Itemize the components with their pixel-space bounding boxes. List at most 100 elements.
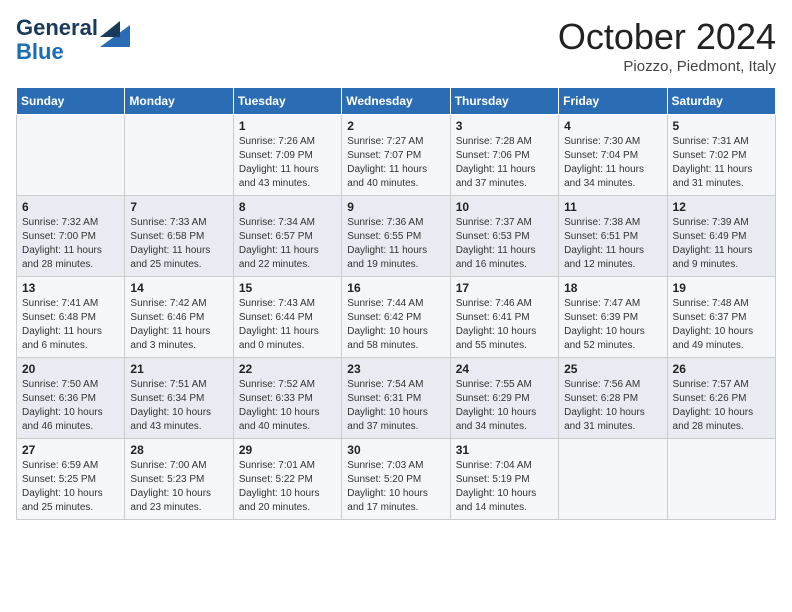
calendar-cell: 19 Sunrise: 7:48 AM Sunset: 6:37 PM Dayli… [667, 277, 775, 358]
calendar-cell: 20 Sunrise: 7:50 AM Sunset: 6:36 PM Dayli… [17, 358, 125, 439]
calendar-cell: 3Sunrise: 7:28 AM Sunset: 7:06 PM Daylig… [450, 115, 558, 196]
day-info: Sunrise: 7:48 AM Sunset: 6:37 PM Dayligh… [673, 297, 770, 353]
calendar-cell [17, 115, 125, 196]
day-number: 31 [456, 443, 553, 457]
logo-text: GeneralBlue [16, 16, 98, 64]
day-info: Sunrise: 7:34 AM Sunset: 6:57 PM Dayligh… [239, 216, 336, 272]
day-number: 14 [130, 281, 227, 295]
day-info: Sunrise: 7:04 AM Sunset: 5:19 PM Dayligh… [456, 459, 553, 515]
calendar-cell: 28 Sunrise: 7:00 AM Sunset: 5:23 PM Dayli… [125, 439, 233, 520]
calendar-cell: 26Sunrise: 7:57 AM Sunset: 6:26 PM Dayli… [667, 358, 775, 439]
day-number: 1 [239, 119, 336, 133]
calendar-cell [125, 115, 233, 196]
day-info: Sunrise: 7:03 AM Sunset: 5:20 PM Dayligh… [347, 459, 444, 515]
day-number: 21 [130, 362, 227, 376]
weekday-header: Sunday [17, 88, 125, 115]
day-number: 29 [239, 443, 336, 457]
calendar-cell: 27Sunrise: 6:59 AM Sunset: 5:25 PM Dayli… [17, 439, 125, 520]
calendar-cell: 5Sunrise: 7:31 AM Sunset: 7:02 PM Daylig… [667, 115, 775, 196]
month-title: October 2024 [558, 16, 776, 58]
calendar-cell: 13Sunrise: 7:41 AM Sunset: 6:48 PM Dayli… [17, 277, 125, 358]
day-number: 8 [239, 200, 336, 214]
calendar-cell: 11 Sunrise: 7:38 AM Sunset: 6:51 PM Dayli… [559, 196, 667, 277]
title-block: October 2024 Piozzo, Piedmont, Italy [558, 16, 776, 75]
calendar-cell: 14 Sunrise: 7:42 AM Sunset: 6:46 PM Dayli… [125, 277, 233, 358]
day-info: Sunrise: 7:50 AM Sunset: 6:36 PM Dayligh… [22, 378, 119, 434]
calendar-cell: 7Sunrise: 7:33 AM Sunset: 6:58 PM Daylig… [125, 196, 233, 277]
calendar-week-row: 20 Sunrise: 7:50 AM Sunset: 6:36 PM Dayli… [17, 358, 776, 439]
calendar-cell: 6 Sunrise: 7:32 AM Sunset: 7:00 PM Daylig… [17, 196, 125, 277]
day-number: 30 [347, 443, 444, 457]
day-number: 11 [564, 200, 661, 214]
day-info: Sunrise: 7:46 AM Sunset: 6:41 PM Dayligh… [456, 297, 553, 353]
day-number: 2 [347, 119, 444, 133]
calendar-week-row: 6 Sunrise: 7:32 AM Sunset: 7:00 PM Daylig… [17, 196, 776, 277]
day-number: 4 [564, 119, 661, 133]
day-number: 19 [673, 281, 770, 295]
weekday-header: Tuesday [233, 88, 341, 115]
page-header: GeneralBlue October 2024 Piozzo, Piedmon… [16, 16, 776, 75]
day-number: 23 [347, 362, 444, 376]
calendar-week-row: 27Sunrise: 6:59 AM Sunset: 5:25 PM Dayli… [17, 439, 776, 520]
day-info: Sunrise: 7:37 AM Sunset: 6:53 PM Dayligh… [456, 216, 553, 272]
day-info: Sunrise: 7:32 AM Sunset: 7:00 PM Dayligh… [22, 216, 119, 272]
day-info: Sunrise: 7:39 AM Sunset: 6:49 PM Dayligh… [673, 216, 770, 272]
calendar-cell: 1Sunrise: 7:26 AM Sunset: 7:09 PM Daylig… [233, 115, 341, 196]
calendar-cell: 29 Sunrise: 7:01 AM Sunset: 5:22 PM Dayli… [233, 439, 341, 520]
calendar-cell: 17 Sunrise: 7:46 AM Sunset: 6:41 PM Dayli… [450, 277, 558, 358]
day-number: 18 [564, 281, 661, 295]
day-info: Sunrise: 7:38 AM Sunset: 6:51 PM Dayligh… [564, 216, 661, 272]
day-number: 13 [22, 281, 119, 295]
day-number: 22 [239, 362, 336, 376]
calendar-cell: 10 Sunrise: 7:37 AM Sunset: 6:53 PM Dayli… [450, 196, 558, 277]
day-number: 10 [456, 200, 553, 214]
calendar-cell: 21 Sunrise: 7:51 AM Sunset: 6:34 PM Dayli… [125, 358, 233, 439]
day-number: 17 [456, 281, 553, 295]
weekday-header: Wednesday [342, 88, 450, 115]
day-info: Sunrise: 7:27 AM Sunset: 7:07 PM Dayligh… [347, 135, 444, 191]
weekday-header: Saturday [667, 88, 775, 115]
day-number: 6 [22, 200, 119, 214]
day-number: 3 [456, 119, 553, 133]
calendar-cell: 9Sunrise: 7:36 AM Sunset: 6:55 PM Daylig… [342, 196, 450, 277]
weekday-header: Friday [559, 88, 667, 115]
day-number: 27 [22, 443, 119, 457]
calendar-week-row: 1Sunrise: 7:26 AM Sunset: 7:09 PM Daylig… [17, 115, 776, 196]
calendar-week-row: 13Sunrise: 7:41 AM Sunset: 6:48 PM Dayli… [17, 277, 776, 358]
day-number: 9 [347, 200, 444, 214]
calendar-cell [667, 439, 775, 520]
day-info: Sunrise: 7:57 AM Sunset: 6:26 PM Dayligh… [673, 378, 770, 434]
calendar-cell: 31 Sunrise: 7:04 AM Sunset: 5:19 PM Dayli… [450, 439, 558, 520]
calendar-cell: 24 Sunrise: 7:55 AM Sunset: 6:29 PM Dayli… [450, 358, 558, 439]
day-info: Sunrise: 7:42 AM Sunset: 6:46 PM Dayligh… [130, 297, 227, 353]
day-info: Sunrise: 7:31 AM Sunset: 7:02 PM Dayligh… [673, 135, 770, 191]
calendar-cell: 18Sunrise: 7:47 AM Sunset: 6:39 PM Dayli… [559, 277, 667, 358]
logo-icon [100, 15, 130, 47]
location: Piozzo, Piedmont, Italy [558, 58, 776, 75]
day-number: 20 [22, 362, 119, 376]
calendar-cell: 4 Sunrise: 7:30 AM Sunset: 7:04 PM Daylig… [559, 115, 667, 196]
day-info: Sunrise: 7:52 AM Sunset: 6:33 PM Dayligh… [239, 378, 336, 434]
calendar-table: SundayMondayTuesdayWednesdayThursdayFrid… [16, 87, 776, 520]
day-info: Sunrise: 7:55 AM Sunset: 6:29 PM Dayligh… [456, 378, 553, 434]
day-number: 15 [239, 281, 336, 295]
day-info: Sunrise: 7:56 AM Sunset: 6:28 PM Dayligh… [564, 378, 661, 434]
calendar-cell: 16 Sunrise: 7:44 AM Sunset: 6:42 PM Dayli… [342, 277, 450, 358]
day-info: Sunrise: 7:51 AM Sunset: 6:34 PM Dayligh… [130, 378, 227, 434]
day-info: Sunrise: 7:43 AM Sunset: 6:44 PM Dayligh… [239, 297, 336, 353]
day-number: 25 [564, 362, 661, 376]
day-info: Sunrise: 7:30 AM Sunset: 7:04 PM Dayligh… [564, 135, 661, 191]
day-number: 7 [130, 200, 227, 214]
weekday-header: Monday [125, 88, 233, 115]
day-number: 16 [347, 281, 444, 295]
day-info: Sunrise: 7:01 AM Sunset: 5:22 PM Dayligh… [239, 459, 336, 515]
calendar-cell: 22 Sunrise: 7:52 AM Sunset: 6:33 PM Dayli… [233, 358, 341, 439]
calendar-cell [559, 439, 667, 520]
calendar-cell: 30 Sunrise: 7:03 AM Sunset: 5:20 PM Dayli… [342, 439, 450, 520]
day-info: Sunrise: 7:44 AM Sunset: 6:42 PM Dayligh… [347, 297, 444, 353]
calendar-cell: 23Sunrise: 7:54 AM Sunset: 6:31 PM Dayli… [342, 358, 450, 439]
calendar-cell: 8 Sunrise: 7:34 AM Sunset: 6:57 PM Daylig… [233, 196, 341, 277]
day-number: 24 [456, 362, 553, 376]
day-number: 28 [130, 443, 227, 457]
day-info: Sunrise: 7:00 AM Sunset: 5:23 PM Dayligh… [130, 459, 227, 515]
